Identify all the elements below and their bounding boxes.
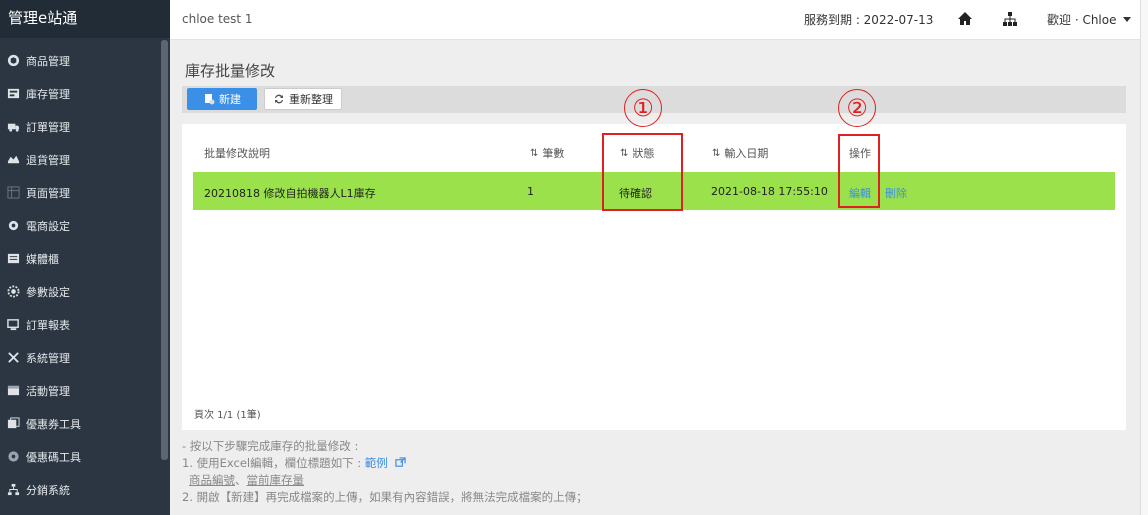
annotation-box-actions [838,134,880,208]
network-icon [6,483,20,497]
topbar: chloe test 1 服務到期 : 2022-07-13 歡迎 · Chlo… [170,0,1140,40]
sidebar-item-ecommerce-settings[interactable]: 電商設定 [0,209,170,242]
sidebar-item-label: 系統管理 [26,351,70,365]
sidebar-item-media[interactable]: 媒體櫃 [0,242,170,275]
new-button-label: 新建 [219,94,241,106]
service-expiry: 服務到期 : 2022-07-13 [804,13,934,27]
page-icon [6,186,20,200]
sidebar-item-label: 庫存管理 [26,87,70,101]
instructions: - 按以下步驟完成庫存的批量修改 : 1. 使用Excel編輯，欄位標題如下 :… [182,438,588,506]
sidebar: 管理e站通 商品管理 庫存管理 訂單管理 退貨管理 頁面管理 電商設定 媒體櫃 [0,0,170,515]
sidebar-item-parameters[interactable]: 參數設定 [0,275,170,308]
return-icon [6,153,20,167]
sidebar-item-label: 參數設定 [26,285,70,299]
refresh-icon [275,94,283,104]
sidebar-item-products[interactable]: 商品管理 [0,44,170,77]
sidebar-item-inventory[interactable]: 庫存管理 [0,77,170,110]
sidebar-item-label: 頁面管理 [26,186,70,200]
new-button[interactable]: 新建 [187,88,257,110]
cog-icon [6,285,20,299]
sidebar-item-label: 優惠券工具 [26,417,81,431]
new-file-icon [205,94,215,105]
refresh-button-label: 重新整理 [289,94,333,106]
annotation-marker-1: ① [624,89,662,127]
instructions-line-2-text: 1. 使用Excel編輯，欄位標題如下 : [182,456,365,470]
instructions-line-1: - 按以下步驟完成庫存的批量修改 : [182,439,359,453]
sidebar-item-order-reports[interactable]: 訂單報表 [0,308,170,341]
coupon-icon [6,417,20,431]
page-title: 庫存批量修改 [185,62,276,80]
calendar-icon [6,384,20,398]
cell-count: 1 [527,185,534,198]
col-header-description[interactable]: 批量修改說明 [204,145,270,161]
sidebar-menu: 商品管理 庫存管理 訂單管理 退貨管理 頁面管理 電商設定 媒體櫃 參數設定 訂… [0,38,170,506]
instructions-line-4: 2. 開啟【新建】再完成檔案的上傳，如果有內容錯誤，將無法完成檔案的上傳； [182,490,588,504]
tools-icon [6,351,20,365]
field-product-number: 商品編號 [189,473,235,487]
col-header-date-label: 輸入日期 [724,147,769,160]
sidebar-item-label: 媒體櫃 [26,252,59,266]
sidebar-item-label: 分銷系統 [26,483,70,497]
sidebar-item-system[interactable]: 系統管理 [0,341,170,374]
cell-description: 20210818 修改自拍機器人L1庫存 [204,187,376,200]
sidebar-item-promo-code-tools[interactable]: 優惠碼工具 [0,440,170,473]
sort-icon: ⇅ [712,147,721,159]
col-header-count[interactable]: ⇅ 筆數 [530,145,564,161]
store-name: chloe test 1 [182,12,253,26]
home-icon[interactable] [957,11,973,27]
code-icon [6,450,20,464]
truck-icon [6,120,20,134]
sidebar-item-orders[interactable]: 訂單管理 [0,110,170,143]
sort-icon: ⇅ [530,147,539,159]
report-icon [6,318,20,332]
sitemap-icon[interactable] [1002,11,1018,27]
inventory-icon [6,87,20,101]
sidebar-item-label: 活動管理 [26,384,70,398]
sidebar-item-label: 商品管理 [26,54,70,68]
refresh-button[interactable]: 重新整理 [264,88,342,110]
annotation-box-status [602,133,683,211]
col-header-date[interactable]: ⇅ 輸入日期 [712,145,768,161]
sidebar-item-label: 優惠碼工具 [26,450,81,464]
user-menu[interactable]: 歡迎 · Chloe [1047,11,1131,28]
sidebar-item-coupon-tools[interactable]: 優惠券工具 [0,407,170,440]
separator: 、 [235,473,247,487]
pager-info: 頁次 1/1 (1筆) [194,410,261,421]
welcome-text: 歡迎 · Chloe [1047,13,1117,27]
external-link-icon[interactable] [395,457,407,468]
cell-date: 2021-08-18 17:55:10 [711,185,828,198]
window-scrollbar[interactable] [1140,0,1148,515]
brand-title[interactable]: 管理e站通 [0,0,170,38]
sidebar-item-label: 訂單管理 [26,120,70,134]
sidebar-item-distribution[interactable]: 分銷系統 [0,473,170,506]
instructions-line-2: 1. 使用Excel編輯，欄位標題如下 : 範例 [182,455,588,472]
annotation-marker-2: ② [838,89,876,127]
sidebar-item-label: 退貨管理 [26,153,70,167]
col-header-count-label: 筆數 [542,147,565,160]
media-icon [6,252,20,266]
sidebar-item-returns[interactable]: 退貨管理 [0,143,170,176]
sidebar-item-campaigns[interactable]: 活動管理 [0,374,170,407]
gear-icon [6,219,20,233]
field-current-stock: 當前庫存量 [246,473,305,487]
sidebar-item-label: 電商設定 [26,219,70,233]
delete-link[interactable]: 刪除 [885,185,907,201]
sidebar-item-label: 訂單報表 [26,318,70,332]
sidebar-scrollbar-thumb[interactable] [161,40,168,460]
chevron-down-icon [1122,17,1131,22]
box-icon [6,54,20,68]
instructions-line-3: 商品編號、當前庫存量 [182,472,588,489]
sidebar-item-pages[interactable]: 頁面管理 [0,176,170,209]
example-link[interactable]: 範例 [365,456,388,470]
